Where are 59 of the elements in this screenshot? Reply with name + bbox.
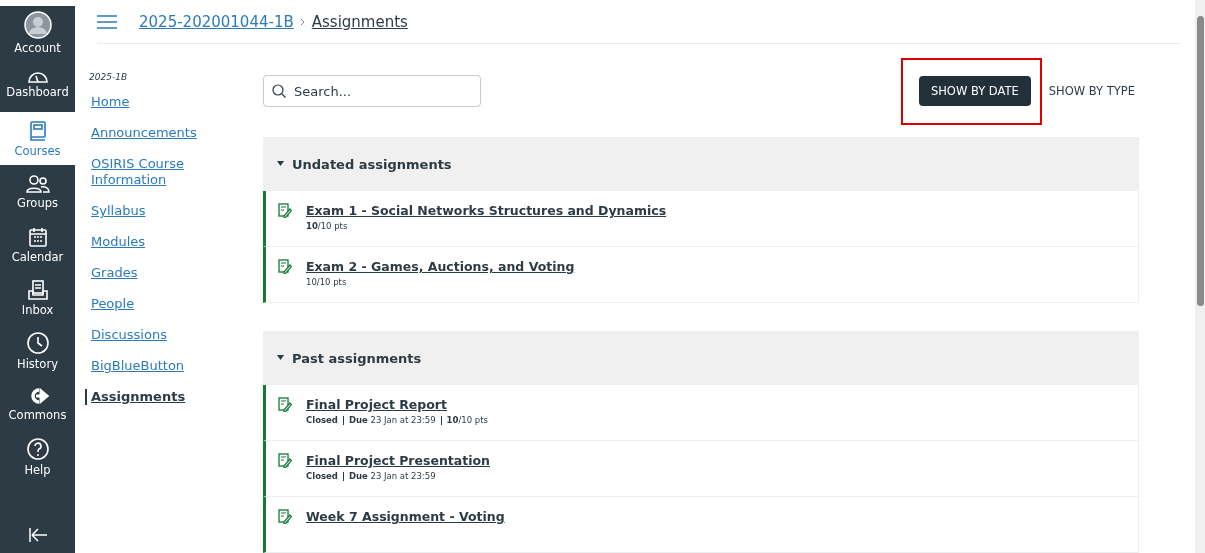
- course-nav-link[interactable]: Modules: [85, 234, 250, 250]
- group-title: Undated assignments: [292, 156, 452, 172]
- assignment-icon: [278, 397, 292, 412]
- assignment-link[interactable]: Exam 2 - Games, Auctions, and Voting: [306, 259, 575, 274]
- global-nav-item[interactable]: Account: [0, 6, 75, 59]
- assignment-meta: Due 23 Jan at 23:59: [348, 471, 436, 481]
- assignment-meta: Due 23 Jan at 23:59: [348, 415, 436, 425]
- inbox-icon: [26, 278, 49, 301]
- course-nav-link[interactable]: People: [85, 296, 250, 312]
- view-toggle-button[interactable]: SHOW BY TYPE: [1044, 76, 1139, 106]
- assignment-icon: [278, 259, 292, 274]
- course-nav-link[interactable]: Announcements: [85, 125, 250, 141]
- assignment-meta: 10/10 pts: [446, 415, 488, 425]
- global-nav-item[interactable]: Groups: [0, 165, 75, 218]
- collapse-icon: [27, 527, 48, 543]
- global-nav-item[interactable]: Dashboard: [0, 59, 75, 112]
- assignment-icon: [278, 453, 292, 468]
- course-nav-link[interactable]: OSIRIS Course Information: [85, 156, 250, 188]
- search-field[interactable]: Search...: [263, 75, 481, 107]
- assignment-meta: 10/10 pts: [306, 221, 348, 231]
- group-header[interactable]: Past assignments: [263, 331, 1139, 385]
- search-icon: [272, 84, 286, 98]
- group-header[interactable]: Undated assignments: [263, 137, 1139, 191]
- assignment-link[interactable]: Week 7 Assignment - Voting: [306, 509, 505, 524]
- global-nav-item[interactable]: Inbox: [0, 271, 75, 324]
- assignment-meta: Closed: [306, 415, 338, 425]
- help-icon: [25, 436, 50, 461]
- course-nav-link[interactable]: Assignments: [85, 389, 250, 405]
- global-nav-item[interactable]: Calendar: [0, 218, 75, 271]
- course-nav-link[interactable]: Syllabus: [85, 203, 250, 219]
- assignment-icon: [278, 509, 292, 524]
- book-icon: [27, 119, 48, 142]
- menu-icon[interactable]: [97, 14, 117, 29]
- view-toggle-button[interactable]: SHOW BY DATE: [918, 76, 1031, 106]
- assignment-link[interactable]: Final Project Report: [306, 397, 488, 412]
- course-nav-link[interactable]: Grades: [85, 265, 250, 281]
- global-nav-item[interactable]: History: [0, 324, 75, 377]
- global-nav-item[interactable]: Commons: [0, 377, 75, 430]
- assignment-link[interactable]: Exam 1 - Social Networks Structures and Dynamics: [306, 203, 667, 218]
- global-nav-item[interactable]: Help: [0, 430, 75, 483]
- breadcrumb-link[interactable]: 2025-202001044-1B: [139, 12, 294, 31]
- gauge-icon: [27, 72, 48, 83]
- assignment-icon: [278, 203, 292, 218]
- clock-icon: [25, 330, 50, 355]
- people-icon: [25, 173, 50, 194]
- scrollbar[interactable]: [1195, 0, 1205, 553]
- group-title: Past assignments: [292, 350, 422, 366]
- assignment-meta: Closed: [306, 471, 338, 481]
- term-label: 2025-1B: [89, 72, 129, 82]
- breadcrumb-link[interactable]: Assignments: [311, 12, 408, 31]
- assignment-meta: 10/10 pts: [306, 277, 347, 287]
- calendar-icon: [26, 225, 49, 248]
- chevron-icon: [299, 17, 306, 26]
- avatar-icon: [23, 10, 52, 39]
- course-nav-link[interactable]: BigBlueButton: [85, 358, 250, 374]
- course-nav-link[interactable]: Discussions: [85, 327, 250, 343]
- course-nav-link[interactable]: Home: [85, 94, 250, 110]
- assignment-link[interactable]: Final Project Presentation: [306, 453, 490, 468]
- global-nav-item[interactable]: Courses: [0, 112, 75, 165]
